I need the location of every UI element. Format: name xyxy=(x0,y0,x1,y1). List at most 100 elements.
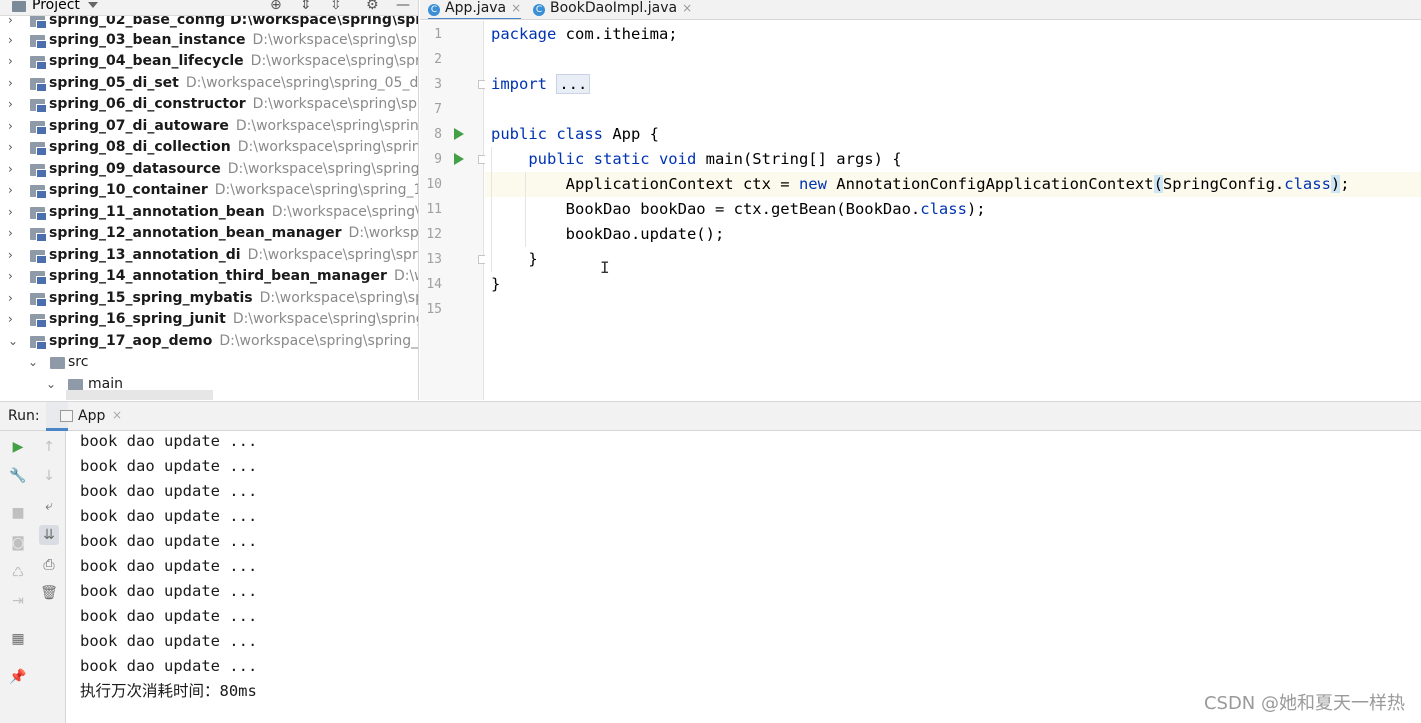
keyword: package xyxy=(491,25,557,43)
tree-item-spring-13[interactable]: › spring_13_annotation_di D:\workspace\sp… xyxy=(0,245,418,266)
scroll-to-end-icon[interactable]: ⇊ xyxy=(39,525,59,545)
chevron-right-icon[interactable]: › xyxy=(8,137,18,158)
layout-icon[interactable]: ▦ xyxy=(8,629,28,649)
module-folder-icon xyxy=(30,185,47,199)
gear-icon[interactable]: ⚙ xyxy=(366,0,379,13)
chevron-down-icon[interactable]: ⌄ xyxy=(46,374,56,395)
tree-item-name: spring_15_spring_mybatis xyxy=(49,290,253,306)
line-number: 14 xyxy=(426,277,442,292)
console-output[interactable]: book dao update ... book dao update ... … xyxy=(66,431,1421,723)
tree-item-spring-04[interactable]: › spring_04_bean_lifecycle D:\workspace\s… xyxy=(0,51,418,72)
code-line-11: BookDao bookDao = ctx.getBean(BookDao.cl… xyxy=(491,197,986,222)
tree-item-spring-12[interactable]: › spring_12_annotation_bean_manager D:\wo… xyxy=(0,223,419,244)
restore-layout-icon[interactable]: ♺ xyxy=(8,563,28,583)
target-icon[interactable]: ⊕ xyxy=(270,0,282,13)
console-line: book dao update ... xyxy=(80,607,258,625)
tree-item-spring-17[interactable]: ⌄ spring_17_aop_demo D:\workspace\spring\… xyxy=(0,331,418,352)
chevron-right-icon[interactable]: › xyxy=(8,159,18,180)
tree-item-spring-15[interactable]: › spring_15_spring_mybatis D:\workspace\s… xyxy=(0,288,418,309)
chevron-right-icon[interactable]: › xyxy=(8,223,18,244)
tree-item-spring-03[interactable]: › spring_03_bean_instance D:\workspace\sp… xyxy=(0,30,418,51)
line-number: 13 xyxy=(426,252,442,267)
tree-item-name: spring_04_bean_lifecycle xyxy=(49,53,244,69)
chevron-right-icon[interactable]: › xyxy=(8,116,18,137)
run-gutter-icon[interactable] xyxy=(454,128,464,140)
wrench-icon[interactable]: 🔧 xyxy=(8,466,28,486)
chevron-right-icon[interactable]: › xyxy=(8,73,18,94)
tree-item-spring-09[interactable]: › spring_09_datasource D:\workspace\sprin… xyxy=(0,159,418,180)
arrow-down-icon[interactable]: ↓ xyxy=(39,466,59,486)
module-folder-icon xyxy=(30,121,47,135)
console-line: book dao update ... xyxy=(80,457,258,475)
close-icon[interactable]: × xyxy=(112,408,122,422)
exit-icon[interactable]: ⇥ xyxy=(8,591,28,611)
tree-item-name: spring_14_annotation_third_bean_manager xyxy=(49,268,387,284)
project-panel-title[interactable]: Project xyxy=(32,0,80,13)
tab-bookdaoimpl-java[interactable]: C BookDaoImpl.java × xyxy=(533,0,692,19)
print-icon[interactable]: ⎙ xyxy=(39,555,59,575)
code-line-10: ApplicationContext ctx = new AnnotationC… xyxy=(491,172,1350,197)
tree-item-spring-08[interactable]: › spring_08_di_collection D:\workspace\sp… xyxy=(0,137,418,158)
run-tab-app[interactable]: App × xyxy=(46,402,122,431)
module-folder-icon xyxy=(30,250,47,264)
chevron-down-icon[interactable]: ⌄ xyxy=(28,352,38,373)
camera-icon[interactable]: ◙ xyxy=(8,533,28,553)
console-line: book dao update ... xyxy=(80,507,258,525)
java-class-icon: C xyxy=(428,4,440,16)
pin-icon[interactable]: 📌 xyxy=(8,667,28,687)
chevron-right-icon[interactable]: › xyxy=(8,288,18,309)
tree-item-spring-11[interactable]: › spring_11_annotation_bean D:\workspace\… xyxy=(0,202,418,223)
close-icon[interactable]: × xyxy=(511,1,521,15)
folded-imports[interactable]: ... xyxy=(556,74,591,94)
chevron-right-icon[interactable]: › xyxy=(8,202,18,223)
tree-item-spring-10[interactable]: › spring_10_container D:\workspace\spring… xyxy=(0,180,418,201)
project-panel: › spring_02_base_config D:\workspace\spr… xyxy=(0,0,419,400)
rerun-icon[interactable]: ▶ xyxy=(8,437,28,457)
trash-icon[interactable]: 🗑 xyxy=(39,583,59,603)
minimize-icon[interactable]: — xyxy=(396,0,410,13)
run-gutter-icon[interactable] xyxy=(454,153,464,165)
chevron-right-icon[interactable]: › xyxy=(8,245,18,266)
chevron-right-icon[interactable]: › xyxy=(8,266,18,287)
soft-wrap-icon[interactable]: ⤶ xyxy=(39,496,59,516)
line-number: 12 xyxy=(426,227,442,242)
keyword: class xyxy=(1284,175,1331,193)
tree-item-path: D:\workspace\sp xyxy=(348,225,419,241)
tree-item-src[interactable]: ⌄ src xyxy=(20,352,418,373)
line-number: 15 xyxy=(426,302,442,317)
code-text: BookDao bookDao = ctx.getBean(BookDao. xyxy=(565,200,921,218)
chevron-right-icon[interactable]: › xyxy=(8,30,18,51)
chevron-right-icon[interactable]: › xyxy=(8,51,18,72)
tree-item-spring-16[interactable]: › spring_16_spring_junit D:\workspace\spr… xyxy=(0,309,418,330)
text-cursor: I xyxy=(600,258,610,277)
module-folder-icon xyxy=(30,78,47,92)
dropdown-arrow-icon[interactable] xyxy=(88,2,98,8)
tree-item-path: D:\workspace\spring\spring_0 xyxy=(250,53,418,69)
tab-app-java[interactable]: C App.java × xyxy=(428,0,522,19)
console-line: book dao update ... xyxy=(80,582,258,600)
line-number: 10 xyxy=(426,177,442,192)
chevron-right-icon[interactable]: › xyxy=(8,94,18,115)
chevron-right-icon[interactable]: › xyxy=(8,180,18,201)
tree-item-spring-07[interactable]: › spring_07_di_autoware D:\workspace\spri… xyxy=(0,116,418,137)
watermark: CSDN @她和夏天一样热 xyxy=(1203,693,1405,714)
tree-item-spring-06[interactable]: › spring_06_di_constructor D:\workspace\s… xyxy=(0,94,418,115)
arrow-up-icon[interactable]: ↑ xyxy=(39,437,59,457)
code-editor[interactable]: package com.itheima; import ... public c… xyxy=(485,21,1421,400)
collapse-all-icon[interactable]: ⇳ xyxy=(330,0,342,13)
expand-all-icon[interactable]: ⇕ xyxy=(300,0,312,13)
code-text: main(String[] args) { xyxy=(696,150,902,168)
horizontal-scrollbar[interactable] xyxy=(66,390,213,400)
stop-icon[interactable]: ■ xyxy=(8,503,28,523)
code-line-3: import ... xyxy=(491,72,591,97)
folder-icon xyxy=(50,357,65,369)
keyword: class xyxy=(920,200,967,218)
code-text: SpringConfig. xyxy=(1162,175,1285,193)
tree-item-spring-05[interactable]: › spring_05_di_set D:\workspace\spring\sp… xyxy=(0,73,418,94)
close-icon[interactable]: × xyxy=(682,1,692,15)
tree-item-name: spring_05_di_set xyxy=(49,75,179,91)
chevron-down-icon[interactable]: ⌄ xyxy=(8,331,18,352)
chevron-right-icon[interactable]: › xyxy=(8,309,18,330)
tree-item-spring-14[interactable]: › spring_14_annotation_third_bean_manage… xyxy=(0,266,418,287)
tree-item-name: spring_11_annotation_bean xyxy=(49,204,265,220)
